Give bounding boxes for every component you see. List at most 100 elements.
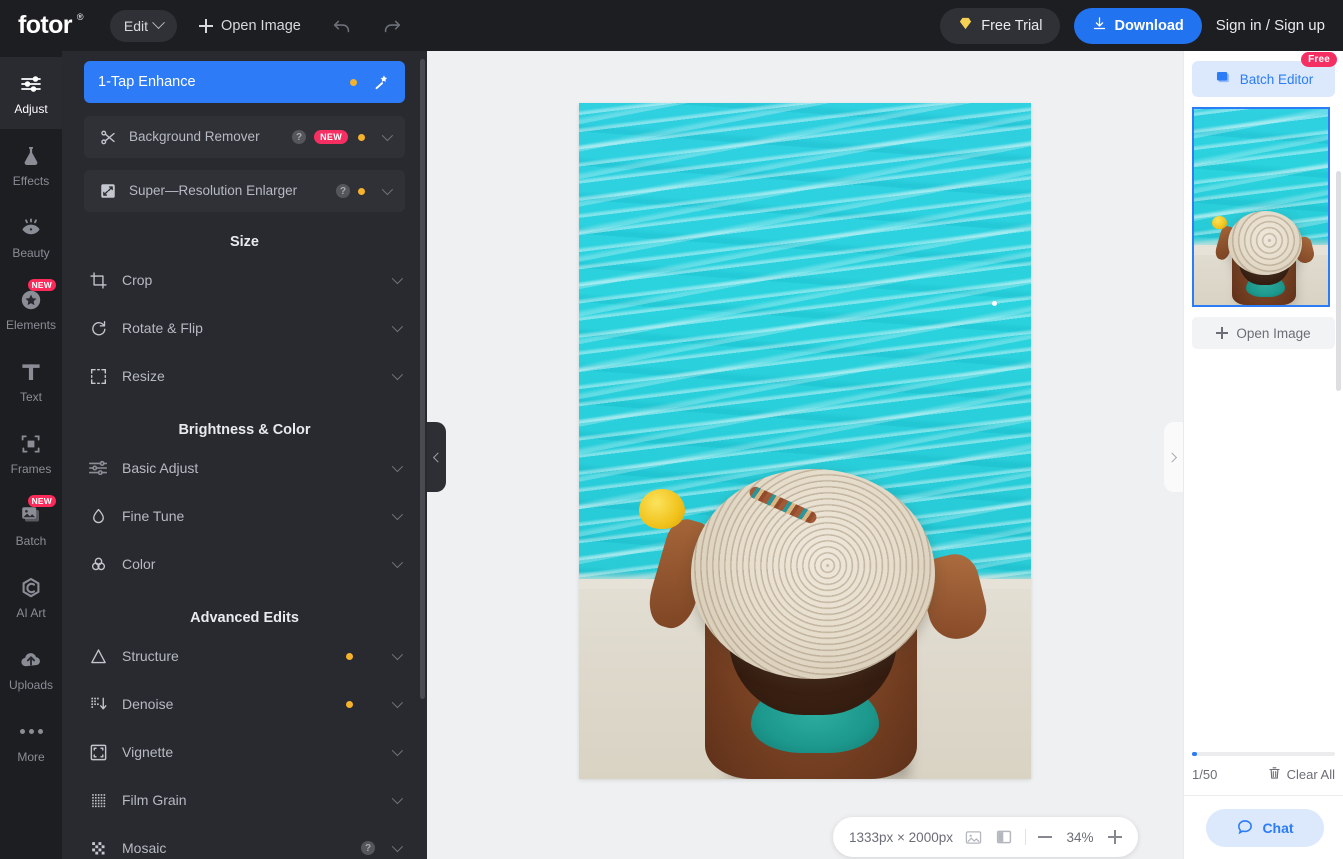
trash-icon [1268, 766, 1281, 783]
clear-all-button[interactable]: Clear All [1268, 766, 1335, 783]
sidebar-item-text[interactable]: Text [0, 345, 62, 417]
chevron-down-icon[interactable] [389, 272, 404, 285]
chevron-down-icon[interactable] [379, 129, 394, 142]
edit-menu-button[interactable]: Edit [109, 9, 178, 42]
image-thumbnail[interactable] [1192, 107, 1330, 307]
chevron-down-icon[interactable] [389, 648, 404, 661]
tool-rotate-flip[interactable]: Rotate & Flip [84, 304, 405, 352]
sliders-icon [86, 456, 110, 480]
open-image-right-label: Open Image [1236, 325, 1311, 341]
tool-label: Background Remover [129, 129, 260, 145]
chevron-down-icon[interactable] [389, 508, 404, 521]
chevron-down-icon[interactable] [379, 183, 394, 196]
chevron-down-icon[interactable] [389, 320, 404, 333]
sidebar-item-label: More [17, 749, 45, 764]
sign-in-sign-up-link[interactable]: Sign in / Sign up [1216, 17, 1325, 34]
eye-icon [18, 215, 44, 241]
divider [1024, 829, 1026, 845]
tool-resize[interactable]: Resize [84, 352, 405, 400]
batch-editor-label: Batch Editor [1239, 71, 1314, 87]
chevron-down-icon[interactable] [389, 744, 404, 757]
sidebar-item-more[interactable]: More [0, 705, 62, 777]
tool-basic-adjust[interactable]: Basic Adjust [84, 444, 405, 492]
chevron-down-icon[interactable] [389, 460, 404, 473]
help-icon[interactable]: ? [361, 841, 375, 855]
chevron-left-icon [432, 452, 443, 462]
right-panel-scrollbar[interactable] [1336, 171, 1341, 391]
premium-dot [346, 652, 353, 660]
fotor-logo[interactable]: fotor ® [18, 11, 84, 40]
chevron-down-icon[interactable] [389, 840, 404, 853]
premium-dot [346, 700, 353, 708]
sidebar-item-effects[interactable]: Effects [0, 129, 62, 201]
sidebar-item-beauty[interactable]: Beauty [0, 201, 62, 273]
download-icon [1092, 16, 1107, 35]
open-image-button[interactable]: Open Image [199, 18, 301, 34]
thumbnail-progress-track[interactable] [1192, 752, 1335, 756]
batch-editor-wrap: Batch Editor Free [1192, 52, 1337, 97]
tool-super-resolution-enlarger[interactable]: Super—Resolution Enlarger? [84, 170, 405, 212]
one-tap-enhance-button[interactable]: 1-Tap Enhance [84, 61, 405, 103]
chat-button[interactable]: Chat [1206, 809, 1324, 847]
collapse-left-panel-handle[interactable] [427, 422, 446, 492]
image-fit-icon[interactable] [965, 828, 983, 846]
sidebar-item-frames[interactable]: Frames [0, 417, 62, 489]
download-button[interactable]: Download [1074, 7, 1202, 44]
thumbnail-progress-fill [1192, 752, 1197, 756]
tool-background-remover[interactable]: Background Remover? NEW [84, 116, 405, 158]
chevron-down-icon[interactable] [389, 696, 404, 709]
premium-dot [358, 133, 365, 141]
sidebar-item-label: Effects [12, 173, 50, 188]
water-sparkle [992, 301, 997, 306]
tool-panel-scrollbar[interactable] [420, 59, 425, 699]
adjust-tool-panel: 1-Tap Enhance Background Remover? NEW Super… [62, 51, 427, 859]
chat-bubble-icon [1236, 818, 1254, 839]
tool-vignette[interactable]: Vignette [84, 728, 405, 776]
help-icon[interactable]: ? [292, 130, 307, 144]
one-tap-enhance-label: 1-Tap Enhance [98, 74, 196, 90]
logo-text: fotor [18, 11, 73, 39]
sidebar-item-batch[interactable]: NEW Batch [0, 489, 62, 561]
grain-icon [86, 788, 110, 812]
sidebar-item-adjust[interactable]: Adjust [0, 57, 62, 129]
free-trial-label: Free Trial [981, 17, 1043, 34]
diamond-icon [958, 16, 973, 35]
right-panel: Batch Editor Free Open Image 1/50 Clear … [1183, 51, 1343, 859]
sidebar-item-label: Text [19, 389, 42, 404]
thumb-lemon [1212, 216, 1227, 229]
help-icon[interactable]: ? [336, 184, 350, 198]
ellipsis-icon [18, 719, 44, 745]
compare-icon[interactable] [995, 828, 1013, 846]
tool-fine-tune[interactable]: Fine Tune [84, 492, 405, 540]
collapse-right-panel-handle[interactable] [1164, 422, 1183, 492]
tool-denoise[interactable]: Denoise [84, 680, 405, 728]
free-trial-button[interactable]: Free Trial [940, 7, 1061, 44]
sidebar-item-label: Frames [10, 461, 52, 476]
photo-preview[interactable] [579, 103, 1031, 779]
chevron-down-icon[interactable] [389, 368, 404, 381]
zoom-out-button[interactable] [1037, 836, 1052, 838]
tool-structure[interactable]: Structure [84, 632, 405, 680]
frame-icon [18, 431, 44, 457]
premium-dot-wrap [346, 652, 353, 660]
tool-crop[interactable]: Crop [84, 256, 405, 304]
open-image-right-button[interactable]: Open Image [1192, 317, 1335, 349]
sidebar-item-uploads[interactable]: Uploads [0, 633, 62, 705]
redo-icon[interactable] [381, 15, 403, 37]
tool-film-grain[interactable]: Film Grain [84, 776, 405, 824]
premium-dot-wrap [346, 700, 353, 708]
tool-mosaic[interactable]: Mosaic? [84, 824, 405, 859]
text-t-icon [18, 359, 44, 385]
triangle-icon [86, 644, 110, 668]
expand-icon [98, 181, 118, 201]
tool-label: Fine Tune [122, 508, 185, 524]
undo-icon[interactable] [331, 15, 353, 37]
image-canvas[interactable] [427, 51, 1183, 859]
tool-color[interactable]: Color [84, 540, 405, 588]
sidebar-item-label: Uploads [8, 677, 54, 692]
sidebar-item-ai-art[interactable]: AI Art [0, 561, 62, 633]
chevron-down-icon[interactable] [389, 792, 404, 805]
chevron-down-icon[interactable] [389, 556, 404, 569]
zoom-in-button[interactable] [1107, 830, 1122, 844]
sidebar-item-elements[interactable]: NEW Elements [0, 273, 62, 345]
